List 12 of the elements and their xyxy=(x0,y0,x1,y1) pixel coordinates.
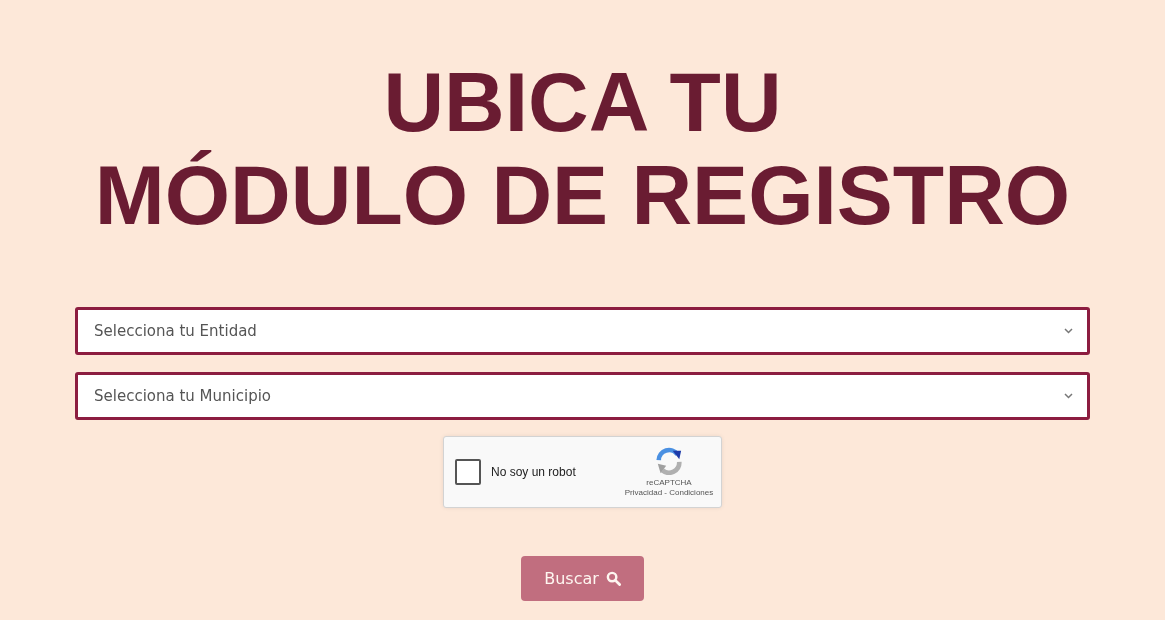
search-icon xyxy=(605,571,621,586)
captcha-label: No soy un robot xyxy=(491,465,576,479)
page-title: MÓDULO DE REGISTRO xyxy=(94,149,1071,242)
privacy-terms-links[interactable]: Privacidad - Condiciones xyxy=(624,488,714,497)
chevron-down-icon xyxy=(1064,328,1073,334)
chevron-down-icon xyxy=(1064,393,1073,399)
dropdown-select[interactable]: Selecciona tu Municipio xyxy=(75,372,1090,420)
circular-arrows-icon xyxy=(655,447,683,475)
captcha-brand: reCAPTCHA xyxy=(646,478,692,487)
dropdown-select[interactable]: Selecciona tu Entidad xyxy=(75,307,1090,355)
page-title: UBICA TU xyxy=(383,56,782,149)
captcha-checkbox[interactable] xyxy=(455,459,481,485)
